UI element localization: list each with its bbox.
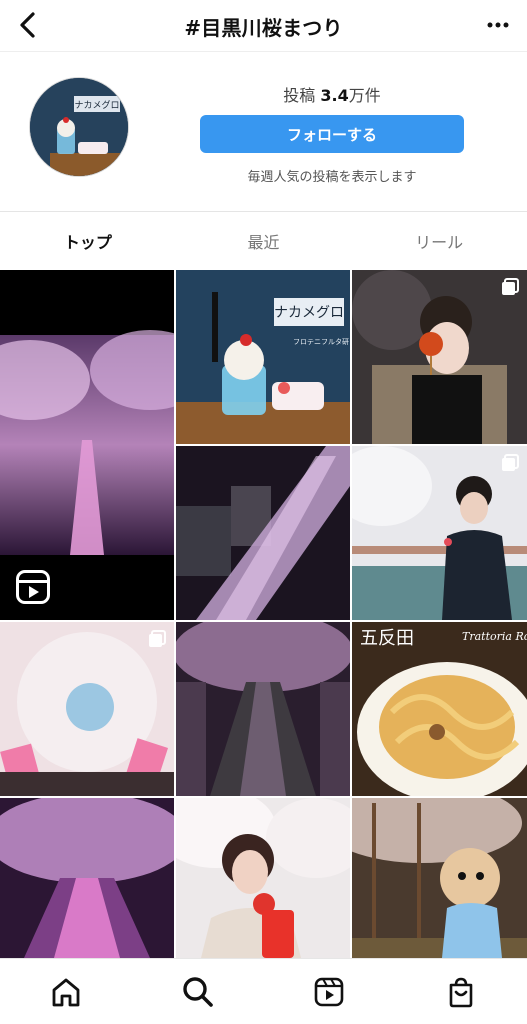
grid-tile-boy[interactable]	[352, 446, 527, 620]
home-icon	[52, 978, 80, 1006]
post-count-label: 投稿	[283, 86, 316, 105]
grid-tile-candy-apple[interactable]	[352, 270, 527, 444]
more-options-button[interactable]	[481, 8, 515, 42]
tile-image	[176, 622, 350, 796]
reels-icon	[16, 570, 50, 604]
grid-tile-dog[interactable]	[352, 798, 527, 958]
svg-text:ナカメグロ: ナカメグロ	[74, 99, 119, 111]
top-bar: #目黒川桜まつり	[0, 0, 527, 52]
tile-image	[0, 798, 174, 958]
nav-search[interactable]	[172, 966, 224, 1018]
multiple-photos-icon	[149, 630, 166, 647]
hashtag-header: ナカメグロ 投稿 3.4万件 フォローする 毎週人気の投稿を表示します	[0, 52, 527, 212]
grid-tile-reel[interactable]	[0, 270, 174, 620]
grid-tile-cafe[interactable]: ナカメグロ フロテニフルタ研	[176, 270, 350, 444]
reels-icon	[315, 977, 344, 1006]
bottom-navigation	[0, 958, 527, 1024]
post-grid: ナカメグロ フロテニフルタ研 五反田 Trattoria R	[0, 270, 527, 958]
tile-image	[0, 330, 174, 620]
grid-tile-strawberry[interactable]	[176, 798, 350, 958]
avatar-image: ナカメグロ	[30, 78, 128, 176]
svg-text:五反田: 五反田	[360, 628, 414, 649]
tile-image: ナカメグロ フロテニフルタ研	[176, 270, 350, 444]
svg-text:フロテニフルタ研: フロテニフルタ研	[293, 337, 349, 346]
grid-tile-pink-canal[interactable]	[0, 798, 174, 958]
grid-tile-river-night[interactable]	[176, 622, 350, 796]
search-icon	[182, 976, 213, 1007]
follow-button[interactable]: フォローする	[200, 115, 464, 153]
nav-reels[interactable]	[303, 966, 355, 1018]
tab-top[interactable]: トップ	[0, 212, 176, 270]
nav-home[interactable]	[40, 966, 92, 1018]
multiple-photos-icon	[502, 454, 519, 471]
grid-tile-fisheye[interactable]	[0, 622, 174, 796]
svg-text:Trattoria Ron: Trattoria Ron	[462, 630, 527, 643]
hashtag-avatar[interactable]: ナカメグロ	[29, 77, 129, 177]
tab-reels[interactable]: リール	[351, 212, 527, 270]
tile-image	[352, 798, 527, 958]
tab-recent[interactable]: 最近	[176, 212, 352, 270]
tile-image	[176, 798, 350, 958]
shop-icon	[449, 977, 473, 1007]
grid-tile-aerial[interactable]	[176, 446, 350, 620]
tile-image: 五反田 Trattoria Ron	[352, 622, 527, 796]
grid-tile-pasta[interactable]: 五反田 Trattoria Ron	[352, 622, 527, 796]
feed-tabs: トップ 最近 リール	[0, 212, 527, 270]
nav-shop[interactable]	[435, 966, 487, 1018]
tile-image	[0, 622, 174, 796]
more-icon	[487, 22, 509, 28]
tile-image	[176, 446, 350, 620]
tile-image	[352, 446, 527, 620]
post-count: 投稿 3.4万件	[200, 82, 464, 106]
header-subtitle: 毎週人気の投稿を表示します	[247, 170, 417, 185]
post-count-value: 3.4	[320, 86, 349, 105]
post-count-unit: 万件	[348, 86, 381, 105]
tile-image	[352, 270, 527, 444]
page-title: #目黒川桜まつり	[184, 16, 343, 40]
svg-text:ナカメグロ: ナカメグロ	[274, 305, 344, 321]
multiple-photos-icon	[502, 278, 519, 295]
